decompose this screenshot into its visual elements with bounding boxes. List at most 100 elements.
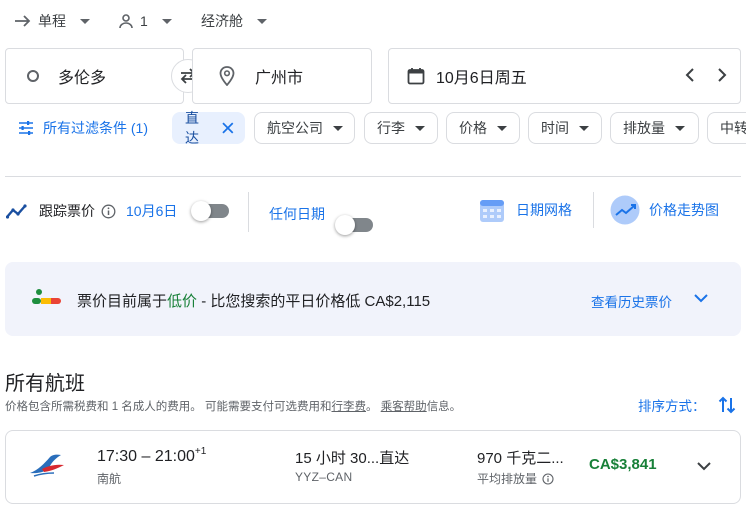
chip-label: 价格 — [459, 120, 487, 136]
price-graph-icon — [610, 195, 640, 225]
previous-date-button[interactable] — [682, 66, 698, 84]
info-icon[interactable] — [542, 472, 554, 485]
price-graph-label: 价格走势图 — [649, 202, 719, 218]
flight-duration: 15 小时 30...直达 — [295, 447, 409, 468]
time-separator: – — [137, 448, 155, 465]
chip-airlines[interactable]: 航空公司 — [254, 112, 355, 144]
chevron-down-icon — [257, 18, 267, 24]
insight-suffix: - 比您搜索的平日价格低 CA$2,115 — [197, 293, 431, 310]
emissions-note: 平均排放量 — [477, 470, 554, 487]
chevron-left-icon — [685, 68, 694, 82]
departure-time: 17:30 — [97, 448, 138, 465]
section-divider — [5, 176, 741, 177]
chip-label: 中转 — [720, 120, 746, 136]
price-insight-text: 票价目前属于低价 - 比您搜索的平日价格低 CA$2,115 — [77, 290, 430, 311]
any-date-toggle[interactable] — [335, 215, 373, 235]
track-prices-label: 跟踪票价 — [39, 203, 95, 219]
destination-field[interactable]: 广州市 — [192, 48, 372, 104]
date-grid-button[interactable]: 日期网格 — [478, 196, 572, 224]
results-note: 价格包含所需税费和 1 名成人的费用。 可能需要支付可选费用和行李费。 乘客帮助… — [5, 398, 461, 414]
cabin-select[interactable]: 经济舱 — [201, 8, 267, 34]
chevron-down-icon — [80, 18, 90, 24]
chevron-down-icon — [697, 462, 711, 471]
airline-logo — [28, 452, 66, 478]
destination-value: 广州市 — [255, 70, 304, 87]
passenger-assistance-link[interactable]: 乘客帮助 — [381, 401, 427, 413]
date-grid-icon — [480, 200, 504, 222]
airline-name: 南航 — [97, 472, 122, 486]
chevron-right-icon — [718, 68, 727, 82]
chip-times[interactable]: 时间 — [528, 112, 602, 144]
view-price-history-link[interactable]: 查看历史票价 — [591, 291, 672, 311]
day-offset: +1 — [194, 446, 207, 457]
origin-value: 多伦多 — [58, 70, 107, 87]
arrival-time: 21:00 — [154, 448, 195, 465]
note-text: 信息。 — [426, 401, 462, 413]
stops-value: 直达 — [379, 450, 410, 467]
chip-label: 航空公司 — [267, 120, 323, 136]
sort-arrows-icon — [718, 396, 735, 414]
filter-sliders-icon — [19, 121, 33, 135]
china-southern-logo-icon — [30, 454, 64, 477]
origin-circle-icon — [27, 70, 39, 82]
note-text: 。 — [365, 401, 381, 413]
info-icon[interactable] — [101, 204, 116, 219]
chip-nonstop[interactable]: 直达 — [172, 110, 245, 146]
date-value: 10月6日周五 — [436, 70, 527, 87]
vertical-divider — [248, 192, 249, 232]
duration-value: 15 小时 30... — [295, 450, 380, 467]
date-grid-label: 日期网格 — [516, 202, 572, 218]
expand-insight-button[interactable] — [693, 292, 709, 304]
chip-label: 排放量 — [623, 120, 665, 136]
chevron-down-icon — [415, 125, 425, 131]
chevron-down-icon — [161, 18, 172, 24]
flight-times: 17:30 – 21:00+1 — [97, 446, 206, 466]
passenger-select[interactable]: 1 — [118, 8, 172, 34]
sort-button[interactable]: 排序方式： — [638, 395, 736, 415]
location-pin-icon — [219, 66, 235, 86]
arrow-right-icon — [15, 15, 31, 27]
chip-emissions[interactable]: 排放量 — [610, 112, 699, 144]
chip-price[interactable]: 价格 — [446, 112, 520, 144]
chevron-down-icon — [333, 125, 343, 131]
chevron-down-icon — [694, 294, 708, 303]
cabin-label: 经济舱 — [201, 13, 243, 29]
any-date-label: 任何日期 — [269, 206, 325, 222]
toggle-knob — [335, 215, 355, 235]
track-prices: 跟踪票价 10月6日 — [6, 201, 177, 221]
track-date-toggle[interactable] — [191, 201, 229, 221]
chevron-down-icon — [675, 125, 685, 131]
chip-label: 行李 — [377, 120, 405, 136]
chevron-down-icon — [579, 125, 589, 131]
all-filters-label: 所有过滤条件 (1) — [43, 120, 148, 136]
trip-type-select[interactable]: 单程 — [14, 8, 90, 34]
trip-type-label: 单程 — [38, 13, 66, 29]
price-level-icon — [31, 289, 61, 307]
insight-prefix: 票价目前属于 — [77, 293, 168, 310]
chip-label: 直达 — [185, 110, 199, 146]
all-filters-button[interactable]: 所有过滤条件 (1) — [18, 118, 148, 138]
vertical-divider — [593, 192, 594, 228]
origin-field[interactable]: 多伦多 — [5, 48, 184, 104]
chip-connecting-airports[interactable]: 中转 — [707, 112, 746, 144]
price-graph-button[interactable]: 价格走势图 — [610, 195, 719, 225]
emissions-value: 970 千克二... — [477, 450, 564, 467]
calendar-icon — [407, 68, 425, 85]
trending-line-icon — [6, 204, 27, 219]
flight-route: YYZ–CAN — [295, 470, 353, 484]
expand-flight-button[interactable] — [696, 460, 712, 472]
chip-bags[interactable]: 行李 — [364, 112, 438, 144]
note-text: 价格包含所需税费和 1 名成人的费用。 可能需要支付可选费用和 — [5, 401, 332, 413]
person-icon — [119, 14, 133, 29]
flight-price: CA$3,841 — [589, 456, 657, 473]
next-date-button[interactable] — [714, 66, 730, 84]
insight-level: 低价 — [167, 293, 198, 310]
close-icon[interactable] — [222, 122, 234, 134]
emissions-note-label: 平均排放量 — [477, 472, 538, 486]
chevron-down-icon — [497, 125, 507, 131]
results-title: 所有航班 — [5, 373, 85, 395]
baggage-fees-link[interactable]: 行李费 — [331, 401, 366, 413]
sort-label: 排序方式： — [638, 399, 706, 414]
toggle-knob — [191, 201, 211, 221]
track-date-label: 10月6日 — [126, 203, 178, 219]
